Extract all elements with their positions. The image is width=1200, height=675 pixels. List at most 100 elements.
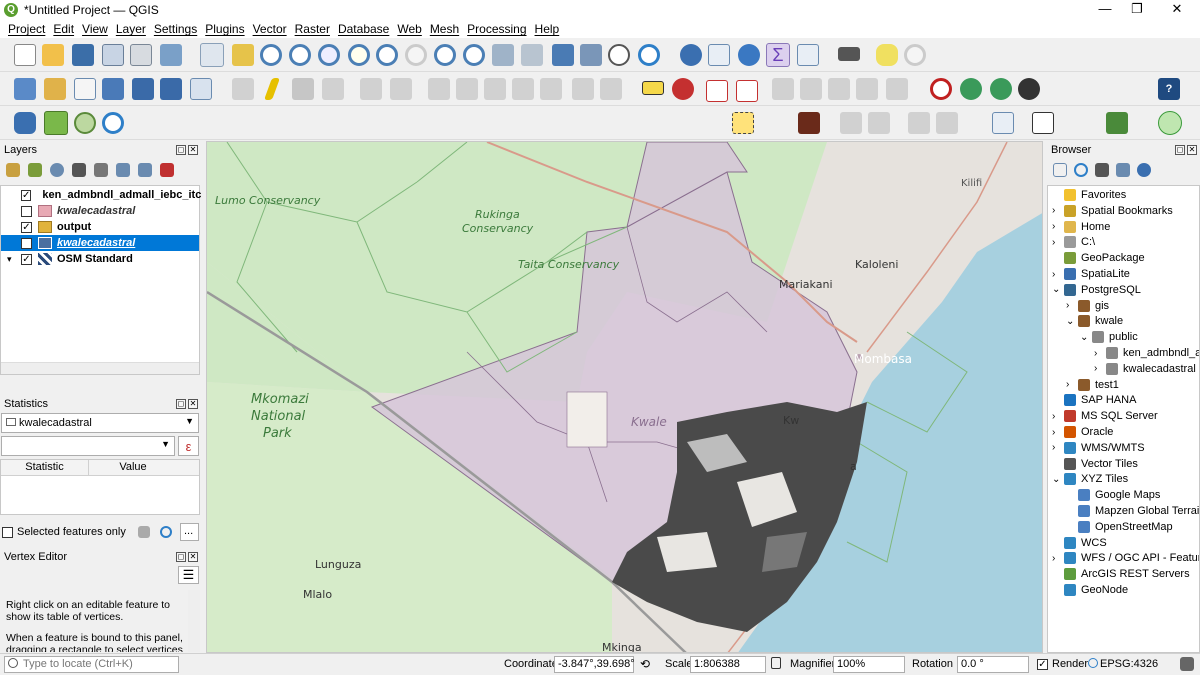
- add-layer-icon[interactable]: [190, 78, 212, 100]
- expand-arrow-icon[interactable]: ›: [1052, 237, 1064, 248]
- expand-arrow-icon[interactable]: ›: [1052, 553, 1064, 564]
- paste-features-icon[interactable]: [540, 78, 562, 100]
- plugin-search-icon[interactable]: [74, 112, 96, 134]
- float-panel-icon[interactable]: ◻: [176, 399, 186, 409]
- filter-browser-icon[interactable]: [1095, 163, 1109, 177]
- new-virtual-layer-icon[interactable]: [132, 78, 154, 100]
- digitize-icon[interactable]: [322, 78, 344, 100]
- browser-item[interactable]: OpenStreetMap: [1066, 519, 1173, 535]
- move-label-icon[interactable]: [800, 78, 822, 100]
- data-source-manager-icon[interactable]: [14, 78, 36, 100]
- new-print-layout-icon[interactable]: [102, 44, 124, 66]
- measure-table-icon[interactable]: [797, 44, 819, 66]
- close-panel-icon[interactable]: ✕: [188, 399, 198, 409]
- collapse-arrow-icon[interactable]: ▾: [7, 254, 17, 265]
- new-bookmark-icon[interactable]: [552, 44, 574, 66]
- expand-arrow-icon[interactable]: ›: [1066, 379, 1078, 390]
- layer-diagram-icon[interactable]: [672, 78, 694, 100]
- redo-icon[interactable]: [600, 78, 622, 100]
- copy-icon[interactable]: [138, 526, 150, 538]
- locator-search-icon[interactable]: [1158, 111, 1182, 135]
- temporal-controller-icon[interactable]: [608, 44, 630, 66]
- pan-map-icon[interactable]: [200, 43, 224, 67]
- menu-settings[interactable]: Settings: [150, 22, 201, 36]
- open-attribute-table-icon[interactable]: [708, 44, 730, 66]
- menu-raster[interactable]: Raster: [291, 22, 334, 36]
- zoom-next-icon[interactable]: [463, 44, 485, 66]
- manage-map-themes-icon[interactable]: [50, 163, 64, 177]
- browser-item[interactable]: ⌄ XYZ Tiles: [1052, 471, 1128, 487]
- layer-visibility-checkbox[interactable]: ✓: [21, 221, 32, 233]
- field-select[interactable]: ▼: [1, 436, 175, 456]
- zoom-to-layer-icon[interactable]: [376, 44, 398, 66]
- snapping-icon[interactable]: [868, 112, 890, 134]
- toggle-editing-icon[interactable]: [263, 78, 281, 100]
- pin-unpin-labels-icon[interactable]: [736, 80, 758, 102]
- expand-arrow-icon[interactable]: ›: [1052, 205, 1064, 216]
- label-toolbar-icon[interactable]: [642, 81, 664, 95]
- render-checkbox[interactable]: ✓: [1037, 659, 1048, 670]
- filter-expression-icon[interactable]: [94, 163, 108, 177]
- float-panel-icon[interactable]: ◻: [176, 145, 186, 155]
- menu-help[interactable]: Help: [531, 22, 564, 36]
- menu-layer[interactable]: Layer: [112, 22, 150, 36]
- raster-layer-icon[interactable]: [798, 112, 820, 134]
- map-tips-icon[interactable]: [876, 44, 898, 66]
- layer-select[interactable]: kwalecadastral ▼: [1, 413, 199, 433]
- new-temporary-layer-icon[interactable]: [160, 78, 182, 100]
- scale-field[interactable]: 1:806388: [690, 656, 766, 673]
- float-panel-icon[interactable]: ◻: [1175, 145, 1185, 155]
- layer-row[interactable]: ✓ output: [1, 219, 199, 235]
- select-features-icon[interactable]: [732, 112, 754, 134]
- browser-item[interactable]: › Home: [1052, 219, 1110, 235]
- menu-web[interactable]: Web: [393, 22, 425, 36]
- processing-model-icon[interactable]: [1106, 112, 1128, 134]
- browser-item[interactable]: ⌄ public: [1080, 329, 1138, 345]
- column-header-value[interactable]: Value: [89, 460, 177, 475]
- python-console-icon[interactable]: [14, 112, 36, 134]
- vertex-options-button[interactable]: ☰: [178, 566, 199, 584]
- new-spatialite-layer-icon[interactable]: [102, 78, 124, 100]
- refresh-icon[interactable]: [1074, 163, 1088, 177]
- zoom-in-icon[interactable]: [260, 44, 282, 66]
- expand-all-icon[interactable]: [116, 163, 130, 177]
- layout-manager-icon[interactable]: [130, 44, 152, 66]
- layer-row-selected[interactable]: ✓ kwalecadastral: [1, 235, 199, 251]
- change-label-icon[interactable]: [856, 78, 878, 100]
- horizontal-scrollbar[interactable]: [1, 362, 199, 374]
- new-project-icon[interactable]: [14, 44, 36, 66]
- menu-database[interactable]: Database: [334, 22, 393, 36]
- expand-arrow-icon[interactable]: ›: [1052, 221, 1064, 232]
- modify-attributes-icon[interactable]: [428, 78, 450, 100]
- measure-line-icon[interactable]: [838, 47, 860, 61]
- expand-arrow-icon[interactable]: ⌄: [1080, 332, 1092, 343]
- browser-item[interactable]: › WMS/WMTS: [1052, 440, 1145, 456]
- style-manager-icon[interactable]: [160, 44, 182, 66]
- delete-selected-icon[interactable]: [456, 78, 478, 100]
- globe-location-icon[interactable]: [990, 78, 1012, 100]
- browser-item[interactable]: › gis: [1066, 298, 1109, 314]
- label-properties-icon[interactable]: [886, 78, 908, 100]
- browser-item[interactable]: › kwalecadastral: [1094, 361, 1196, 377]
- layer-visibility-checkbox[interactable]: ✓: [21, 237, 32, 249]
- expression-button[interactable]: ε: [178, 436, 199, 456]
- undo-icon[interactable]: [572, 78, 594, 100]
- zoom-full-icon[interactable]: [318, 44, 340, 66]
- zoom-to-selection-icon[interactable]: [348, 44, 370, 66]
- selected-only-checkbox[interactable]: [2, 526, 13, 538]
- expand-arrow-icon[interactable]: ⌄: [1052, 284, 1064, 295]
- layer-visibility-checkbox[interactable]: ✓: [21, 253, 32, 265]
- menu-edit[interactable]: Edit: [49, 22, 78, 36]
- show-bookmarks-icon[interactable]: [580, 44, 602, 66]
- menu-project[interactable]: Project: [4, 22, 49, 36]
- remove-layer-icon[interactable]: [160, 163, 174, 177]
- plugin-reload-icon[interactable]: [102, 112, 124, 134]
- vertical-scrollbar[interactable]: [188, 590, 200, 652]
- cut-features-icon[interactable]: [484, 78, 506, 100]
- new-geopackage-layer-icon[interactable]: [44, 78, 66, 100]
- float-panel-icon[interactable]: ◻: [176, 552, 186, 562]
- browser-item[interactable]: ⌄ kwale: [1066, 313, 1123, 329]
- close-button[interactable]: ✕: [1154, 0, 1200, 20]
- new-3d-map-view-icon[interactable]: [521, 44, 543, 66]
- close-panel-icon[interactable]: ✕: [188, 552, 198, 562]
